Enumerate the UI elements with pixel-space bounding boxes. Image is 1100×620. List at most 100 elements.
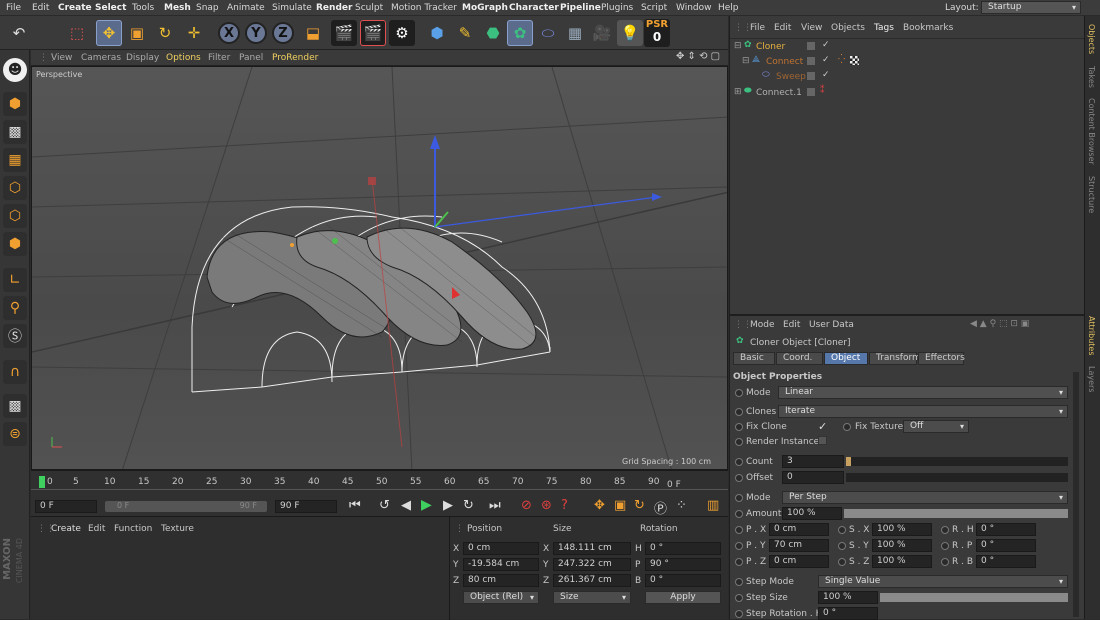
magnet-icon[interactable]: ∩ bbox=[3, 360, 27, 384]
phong-tag-icon[interactable]: ⁛ bbox=[838, 55, 845, 65]
rot-p-field[interactable]: 90 ° bbox=[645, 558, 721, 571]
attr-menu-userdata[interactable]: User Data bbox=[809, 320, 854, 330]
material-menu-function[interactable]: Function bbox=[114, 524, 152, 534]
anim-dot[interactable] bbox=[735, 558, 743, 566]
viewport-menu-options[interactable]: Options bbox=[166, 53, 201, 63]
transform-icon[interactable]: ✛ bbox=[181, 20, 207, 46]
rb-field[interactable]: 0 ° bbox=[976, 555, 1036, 568]
key-pla-icon[interactable]: ⁘ bbox=[676, 498, 687, 513]
step-rotation-field[interactable]: 0 ° bbox=[818, 607, 878, 620]
objmgr-menu-file[interactable]: File bbox=[750, 23, 765, 33]
prev-key-icon[interactable]: ↺ bbox=[379, 498, 390, 513]
object-name-connect[interactable]: Connect bbox=[766, 57, 803, 67]
keyframe-selection-icon[interactable]: ? bbox=[561, 498, 568, 513]
anim-dot[interactable] bbox=[941, 542, 949, 550]
attr-menu-edit[interactable]: Edit bbox=[783, 320, 800, 330]
anim-dot[interactable] bbox=[838, 526, 846, 534]
rp-field[interactable]: 0 ° bbox=[976, 539, 1036, 552]
anim-dot[interactable] bbox=[735, 408, 743, 416]
anim-dot[interactable] bbox=[735, 594, 743, 602]
key-param-icon[interactable]: Ⓟ bbox=[654, 498, 667, 517]
rot-b-field[interactable]: 0 ° bbox=[645, 574, 721, 587]
next-frame-icon[interactable]: ▶ bbox=[443, 498, 453, 513]
pen-icon[interactable]: ✎ bbox=[452, 20, 478, 46]
goto-start-icon[interactable]: ⏮ bbox=[349, 498, 361, 513]
menu-help[interactable]: Help bbox=[718, 3, 739, 13]
layer-swatch[interactable] bbox=[807, 88, 815, 96]
anim-dot[interactable] bbox=[941, 526, 949, 534]
material-menu-create[interactable]: Create bbox=[51, 524, 81, 534]
fix-clone-checkbox[interactable]: ✓ bbox=[818, 420, 827, 433]
px-field[interactable]: 0 cm bbox=[769, 523, 829, 536]
next-key-icon[interactable]: ↻ bbox=[463, 498, 474, 513]
lock-workplane-icon[interactable]: ▩ bbox=[3, 394, 27, 418]
object-row-sweep[interactable]: ⬭ Sweep ✓ bbox=[730, 70, 1085, 84]
count-field[interactable]: 3 bbox=[782, 455, 844, 468]
object-name-sweep[interactable]: Sweep bbox=[776, 72, 806, 82]
objmgr-menu-tags[interactable]: Tags bbox=[874, 23, 894, 33]
make-editable-icon[interactable]: ☻ bbox=[3, 58, 27, 82]
menu-select[interactable]: Select bbox=[95, 3, 126, 13]
sz-field[interactable]: 100 % bbox=[872, 555, 932, 568]
dock-tab-structure[interactable]: Structure bbox=[1087, 176, 1096, 213]
layout-dropdown[interactable]: Startup bbox=[981, 1, 1081, 14]
dock-tab-takes[interactable]: Takes bbox=[1087, 66, 1096, 88]
offset-slider[interactable] bbox=[846, 473, 1068, 482]
anim-dot[interactable] bbox=[735, 578, 743, 586]
polygons-mode-icon[interactable]: ⬢ bbox=[3, 232, 27, 256]
anim-dot[interactable] bbox=[838, 542, 846, 550]
anim-dot[interactable] bbox=[843, 423, 851, 431]
size-z-field[interactable]: 261.367 cm bbox=[553, 574, 631, 587]
objmgr-menu-view[interactable]: View bbox=[801, 23, 822, 33]
menu-animate[interactable]: Animate bbox=[227, 3, 265, 13]
move-icon[interactable]: ✥ bbox=[96, 20, 122, 46]
menu-character[interactable]: Character bbox=[509, 3, 559, 13]
viewport-menu-cameras[interactable]: Cameras bbox=[81, 53, 121, 63]
render-instances-checkbox[interactable] bbox=[818, 436, 827, 445]
material-tag-icon[interactable] bbox=[850, 56, 859, 65]
pos-x-field[interactable]: 0 cm bbox=[463, 542, 539, 555]
camera-icon[interactable]: 🎥 bbox=[589, 20, 615, 46]
playhead[interactable] bbox=[39, 476, 45, 488]
menu-window[interactable]: Window bbox=[676, 3, 712, 13]
step-mode-dropdown[interactable]: Single Value bbox=[818, 575, 1068, 588]
dock-tab-objects[interactable]: Objects bbox=[1087, 24, 1096, 54]
menu-sculpt[interactable]: Sculpt bbox=[355, 3, 383, 13]
layer-swatch[interactable] bbox=[807, 42, 815, 50]
rh-field[interactable]: 0 ° bbox=[976, 523, 1036, 536]
render-picture-viewer-icon[interactable]: 🎬 bbox=[360, 20, 386, 46]
visibility-check-icon[interactable]: ✓ bbox=[822, 40, 830, 50]
coord-mode-dropdown[interactable]: Object (Rel) bbox=[463, 591, 539, 604]
material-menu-texture[interactable]: Texture bbox=[161, 524, 194, 534]
dock-tab-attributes[interactable]: Attributes bbox=[1087, 316, 1096, 356]
anim-dot[interactable] bbox=[735, 494, 743, 502]
visibility-check-icon[interactable]: ✓ bbox=[822, 70, 830, 80]
scale-icon[interactable]: ▣ bbox=[124, 20, 150, 46]
anim-dot[interactable] bbox=[735, 510, 743, 518]
sx-field[interactable]: 100 % bbox=[872, 523, 932, 536]
menu-mesh[interactable]: Mesh bbox=[164, 3, 191, 13]
viewport-perspective[interactable]: Perspective Grid Spacing: 100 cm bbox=[31, 66, 728, 470]
tab-object[interactable]: Object bbox=[824, 352, 868, 365]
objmgr-menu-edit[interactable]: Edit bbox=[774, 23, 791, 33]
tab-transform[interactable]: Transform bbox=[869, 352, 921, 365]
menu-simulate[interactable]: Simulate bbox=[272, 3, 312, 13]
undo-icon[interactable]: ↶ bbox=[6, 20, 32, 46]
key-rotation-icon[interactable]: ↻ bbox=[634, 498, 645, 513]
render-settings-icon[interactable]: ⚙ bbox=[389, 20, 415, 46]
mode2-dropdown[interactable]: Per Step bbox=[782, 491, 1068, 504]
anim-dot[interactable] bbox=[735, 458, 743, 466]
expand-icon[interactable]: ⊟ bbox=[734, 41, 742, 51]
objmgr-menu-bookmarks[interactable]: Bookmarks bbox=[903, 23, 953, 33]
menu-tools[interactable]: Tools bbox=[132, 3, 154, 13]
object-row-connect1[interactable]: ⊞ ⬬ Connect.1 ⁑ bbox=[730, 86, 1085, 100]
deformer-icon[interactable]: ⬭ bbox=[535, 20, 561, 46]
prev-frame-icon[interactable]: ◀ bbox=[401, 498, 411, 513]
axis-mode-icon[interactable]: ∟ bbox=[3, 268, 27, 292]
tab-effectors[interactable]: Effectors bbox=[918, 352, 965, 365]
amount-field[interactable]: 100 % bbox=[782, 507, 842, 520]
y-axis-icon[interactable]: Y bbox=[245, 22, 267, 44]
anim-dot[interactable] bbox=[838, 558, 846, 566]
py-field[interactable]: 70 cm bbox=[769, 539, 829, 552]
render-view-icon[interactable]: 🎬 bbox=[331, 20, 357, 46]
